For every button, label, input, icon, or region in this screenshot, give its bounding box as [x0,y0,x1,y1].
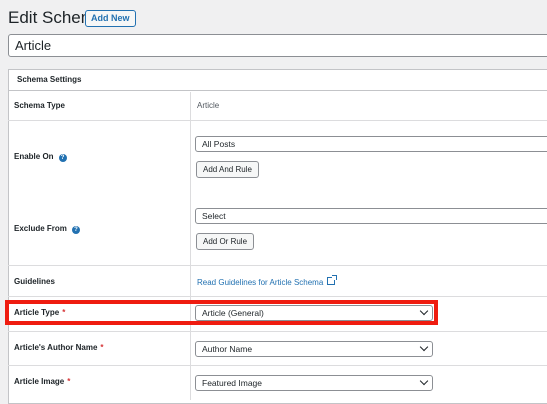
external-link-icon [327,275,338,285]
article-image-select[interactable]: Featured Image [195,375,433,391]
article-image-label: Article Image * [14,377,70,386]
guidelines-link[interactable]: Read Guidelines for Article Schema [197,275,338,287]
guidelines-link-text[interactable]: Read Guidelines for Article Schema [197,278,323,287]
row-divider [8,120,547,121]
panel-header [8,69,547,91]
question-mark-icon[interactable]: ? [58,154,67,162]
chevron-down-icon [419,376,429,386]
highlight-box [5,300,438,325]
author-name-label: Article's Author Name * [14,343,104,352]
article-image-select-value: Featured Image [202,378,263,388]
author-name-label-text: Article's Author Name [14,343,98,352]
author-name-select-value: Author Name [202,344,253,354]
article-image-label-text: Article Image [14,377,65,386]
schema-type-value: Article [197,101,220,110]
add-and-rule-button[interactable]: Add And Rule [196,161,259,178]
question-mark-icon[interactable]: ? [71,226,80,234]
author-name-select[interactable]: Author Name [195,341,433,357]
row-divider [8,296,547,297]
add-new-button[interactable]: Add New [85,10,136,27]
add-or-rule-button[interactable]: Add Or Rule [196,233,255,250]
row-divider [8,365,547,366]
exclude-from-label: Exclude From? [14,224,80,234]
column-divider [190,92,191,400]
schema-type-label: Schema Type [14,101,65,110]
enable-on-label: Enable On? [14,152,67,162]
exclude-from-label-text: Exclude From [14,224,67,233]
post-title-input[interactable]: Article [8,34,547,57]
required-marker: * [100,343,104,352]
panel-title: Schema Settings [17,75,82,84]
row-divider [8,265,547,266]
guidelines-label: Guidelines [14,277,55,286]
required-marker: * [67,377,71,386]
row-divider [8,331,547,332]
exclude-from-select[interactable]: Select [195,208,547,224]
chevron-down-icon [419,342,429,352]
enable-on-label-text: Enable On [14,152,54,161]
enable-on-select[interactable]: All Posts [195,136,547,152]
